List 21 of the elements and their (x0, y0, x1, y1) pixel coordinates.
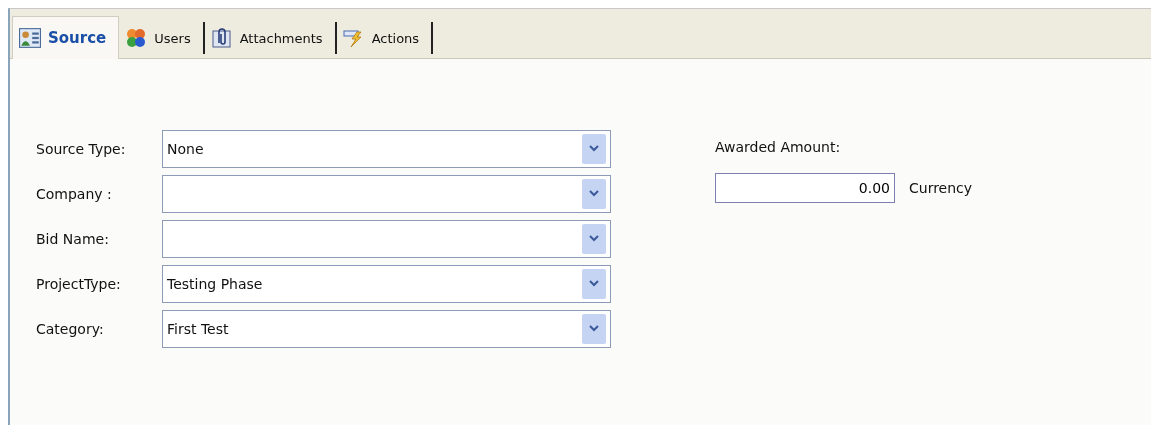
dropdown-field[interactable]: First Test (162, 310, 611, 348)
currency-label: Currency (909, 180, 973, 196)
field-label: ProjectType: (36, 276, 122, 292)
field-label: Source Type: (36, 141, 127, 157)
dropdown-field[interactable] (162, 220, 611, 258)
tab[interactable]: Users (119, 22, 205, 54)
field-label: Company : (36, 186, 113, 202)
amount-field[interactable]: 0.00 (715, 173, 895, 203)
dropdown-field[interactable] (162, 175, 611, 213)
tab[interactable]: Source (12, 16, 120, 59)
tab[interactable]: Attachments (204, 22, 337, 54)
dropdown-field[interactable]: Testing Phase (162, 265, 611, 303)
dropdown-field[interactable]: None (162, 130, 611, 168)
field-label: Awarded Amount: (715, 139, 842, 155)
lightning-icon (342, 28, 365, 48)
paperclip-icon (210, 28, 233, 48)
field-label: Category: (36, 321, 105, 337)
contact-card-icon (19, 28, 41, 48)
tab[interactable]: Actions (336, 22, 434, 54)
users-icon (125, 28, 148, 48)
field-label: Bid Name: (36, 231, 110, 247)
